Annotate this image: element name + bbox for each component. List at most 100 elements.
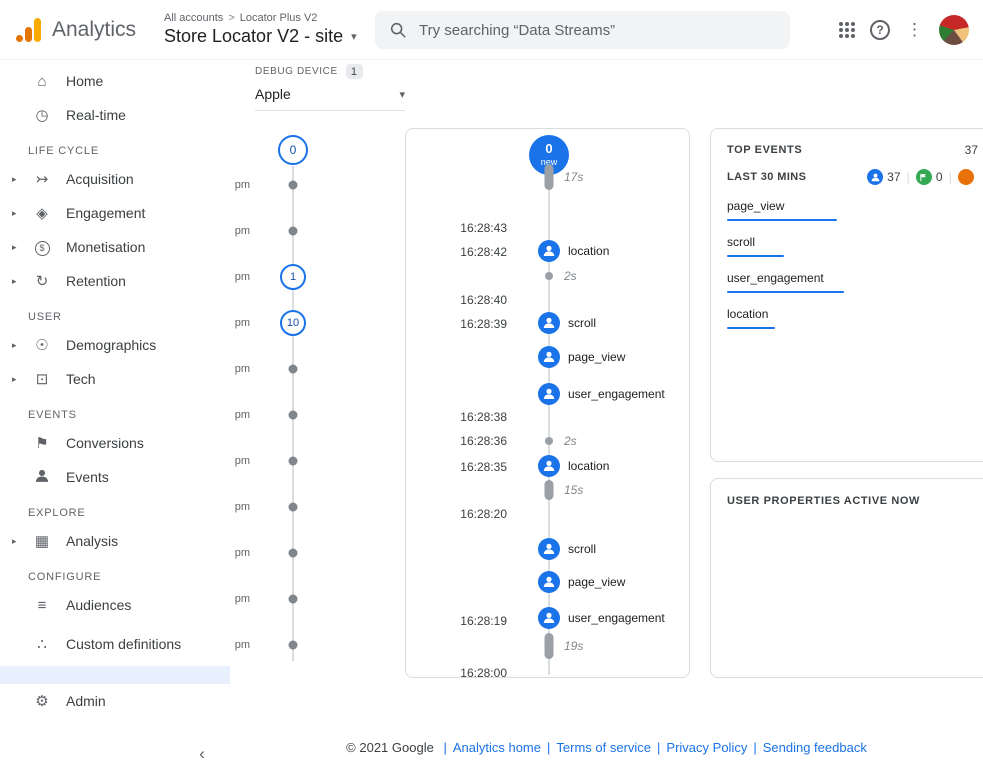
sidebar-item-acquisition[interactable]: ▸↣Acquisition	[0, 162, 230, 196]
duration-label: 2s	[564, 434, 577, 448]
top-event-name: page_view	[727, 199, 978, 213]
apps-grid-icon[interactable]	[839, 22, 856, 39]
sidebar-item-label: Custom definitions	[66, 636, 181, 652]
collapse-sidebar-button[interactable]: ‹	[188, 740, 216, 768]
top-event-row-location[interactable]: location	[727, 307, 978, 329]
sidebar-item-label: Engagement	[66, 205, 145, 221]
admin-icon: ⚙	[30, 694, 54, 709]
top-event-bar	[727, 291, 844, 293]
footer-link-analytics-home[interactable]: Analytics home	[453, 740, 541, 755]
help-icon[interactable]: ?	[870, 20, 890, 40]
minute-time-label: pm	[230, 593, 250, 605]
sidebar-item-label: Analysis	[66, 533, 118, 549]
sidebar-item-audiences[interactable]: ≡Audiences	[0, 588, 230, 622]
minute-time-label: pm	[230, 317, 250, 329]
footer-separator: |	[547, 740, 550, 755]
monetisation-icon: $	[30, 239, 54, 256]
debug-event-icon[interactable]	[538, 538, 560, 560]
top-event-name: location	[727, 307, 978, 321]
sidebar-item-demographics[interactable]: ▸☉Demographics	[0, 328, 230, 362]
counter-flag-icon[interactable]: 0	[916, 169, 943, 185]
expand-icon[interactable]: ▸	[12, 242, 30, 253]
sidebar-item-retention[interactable]: ▸↻Retention	[0, 264, 230, 298]
counter-star-icon[interactable]	[958, 169, 978, 185]
sidebar-item-events[interactable]: Events	[0, 460, 230, 494]
expand-icon[interactable]: ▸	[12, 276, 30, 287]
top-event-name: scroll	[727, 235, 978, 249]
debug-event-icon[interactable]	[538, 312, 560, 334]
chevron-down-icon: ▾	[399, 88, 405, 101]
debug-device-select[interactable]: Apple ▾	[255, 86, 405, 111]
minute-event-circle[interactable]: 1	[280, 264, 306, 290]
minute-dot	[289, 549, 298, 558]
minute-time-label: pm	[230, 225, 250, 237]
debug-event-icon[interactable]	[538, 571, 560, 593]
stream-gap-marker	[545, 272, 553, 280]
breadcrumb-current[interactable]: Locator Plus V2	[240, 12, 318, 24]
sidebar-items: ⌂Home◷Real-timeLIFE CYCLE▸↣Acquisition▸◈…	[0, 64, 230, 718]
breadcrumb-root[interactable]: All accounts	[164, 12, 223, 24]
sidebar-item-real-time[interactable]: ◷Real-time	[0, 98, 230, 132]
property-selector[interactable]: Store Locator V2 - site ▾	[164, 26, 357, 47]
footer-link-terms-of-service[interactable]: Terms of service	[556, 740, 651, 755]
minutes-top-circle[interactable]: 0	[278, 135, 308, 165]
sidebar-item-conversions[interactable]: ⚑Conversions	[0, 426, 230, 460]
sidebar-selected-highlight[interactable]	[0, 666, 230, 684]
sidebar-item-engagement[interactable]: ▸◈Engagement	[0, 196, 230, 230]
timestamp: 16:28:42	[460, 245, 507, 259]
top-event-row-page-view[interactable]: page_view	[727, 199, 978, 221]
minute-dot	[289, 457, 298, 466]
top-event-row-scroll[interactable]: scroll	[727, 235, 978, 257]
debug-event-icon[interactable]	[538, 607, 560, 629]
expand-icon[interactable]: ▸	[12, 174, 30, 185]
tech-icon: ⊡	[30, 372, 54, 387]
event-counters: 37|0|	[867, 169, 978, 185]
breadcrumb: All accounts > Locator Plus V2	[164, 12, 357, 24]
sidebar-item-label: Conversions	[66, 435, 144, 451]
top-events-card: TOP EVENTS 37 LAST 30 MINS 37|0| page_vi…	[710, 128, 983, 462]
avatar[interactable]	[939, 15, 969, 45]
sidebar-item-home[interactable]: ⌂Home	[0, 64, 230, 98]
footer: © 2021 Google |Analytics home|Terms of s…	[230, 740, 983, 755]
debug-event-icon[interactable]	[538, 383, 560, 405]
timestamp: 16:28:35	[460, 460, 507, 474]
minute-event-circle[interactable]: 10	[280, 310, 306, 336]
more-options-icon[interactable]: ⋮	[904, 20, 925, 40]
search-bar[interactable]	[375, 11, 790, 49]
home-icon: ⌂	[30, 74, 54, 89]
user-properties-title: USER PROPERTIES ACTIVE NOW	[727, 495, 978, 507]
sidebar-item-admin[interactable]: ⚙ Admin	[0, 684, 230, 718]
sidebar-item-label: Events	[66, 469, 109, 485]
footer-link-privacy-policy[interactable]: Privacy Policy	[666, 740, 747, 755]
sidebar-section-configure: CONFIGURE	[0, 558, 230, 588]
expand-icon[interactable]: ▸	[12, 536, 30, 547]
debug-event-icon[interactable]	[538, 455, 560, 477]
sidebar-item-label: Audiences	[66, 597, 131, 613]
sidebar-item-tech[interactable]: ▸⊡Tech	[0, 362, 230, 396]
timestamp: 16:28:40	[460, 293, 507, 307]
debug-device-label: DEBUG DEVICE	[255, 66, 338, 77]
analytics-logo[interactable]: Analytics	[0, 18, 150, 42]
duration-label: 17s	[564, 170, 583, 184]
sidebar-item-label: Demographics	[66, 337, 156, 353]
minute-time-label: pm	[230, 409, 250, 421]
sidebar-item-analysis[interactable]: ▸▦Analysis	[0, 524, 230, 558]
sidebar-item-custom-definitions[interactable]: ∴Custom definitions	[0, 622, 230, 666]
event-name: scroll	[568, 542, 596, 556]
counter-user-icon[interactable]: 37	[867, 169, 900, 185]
search-input[interactable]	[419, 22, 776, 39]
sidebar-item-label: Admin	[66, 693, 106, 709]
footer-link-sending-feedback[interactable]: Sending feedback	[763, 740, 867, 755]
top-events-subtitle: LAST 30 MINS	[727, 171, 806, 183]
counter-value: 37	[887, 170, 900, 184]
sidebar-item-monetisation[interactable]: ▸$Monetisation	[0, 230, 230, 264]
expand-icon[interactable]: ▸	[12, 208, 30, 219]
expand-icon[interactable]: ▸	[12, 340, 30, 351]
top-event-row-user-engagement[interactable]: user_engagement	[727, 271, 978, 293]
debug-event-icon[interactable]	[538, 240, 560, 262]
sidebar-item-label: Acquisition	[66, 171, 134, 187]
debug-event-icon[interactable]	[538, 346, 560, 368]
search-icon	[389, 21, 407, 39]
expand-icon[interactable]: ▸	[12, 374, 30, 385]
duration-label: 15s	[564, 483, 583, 497]
